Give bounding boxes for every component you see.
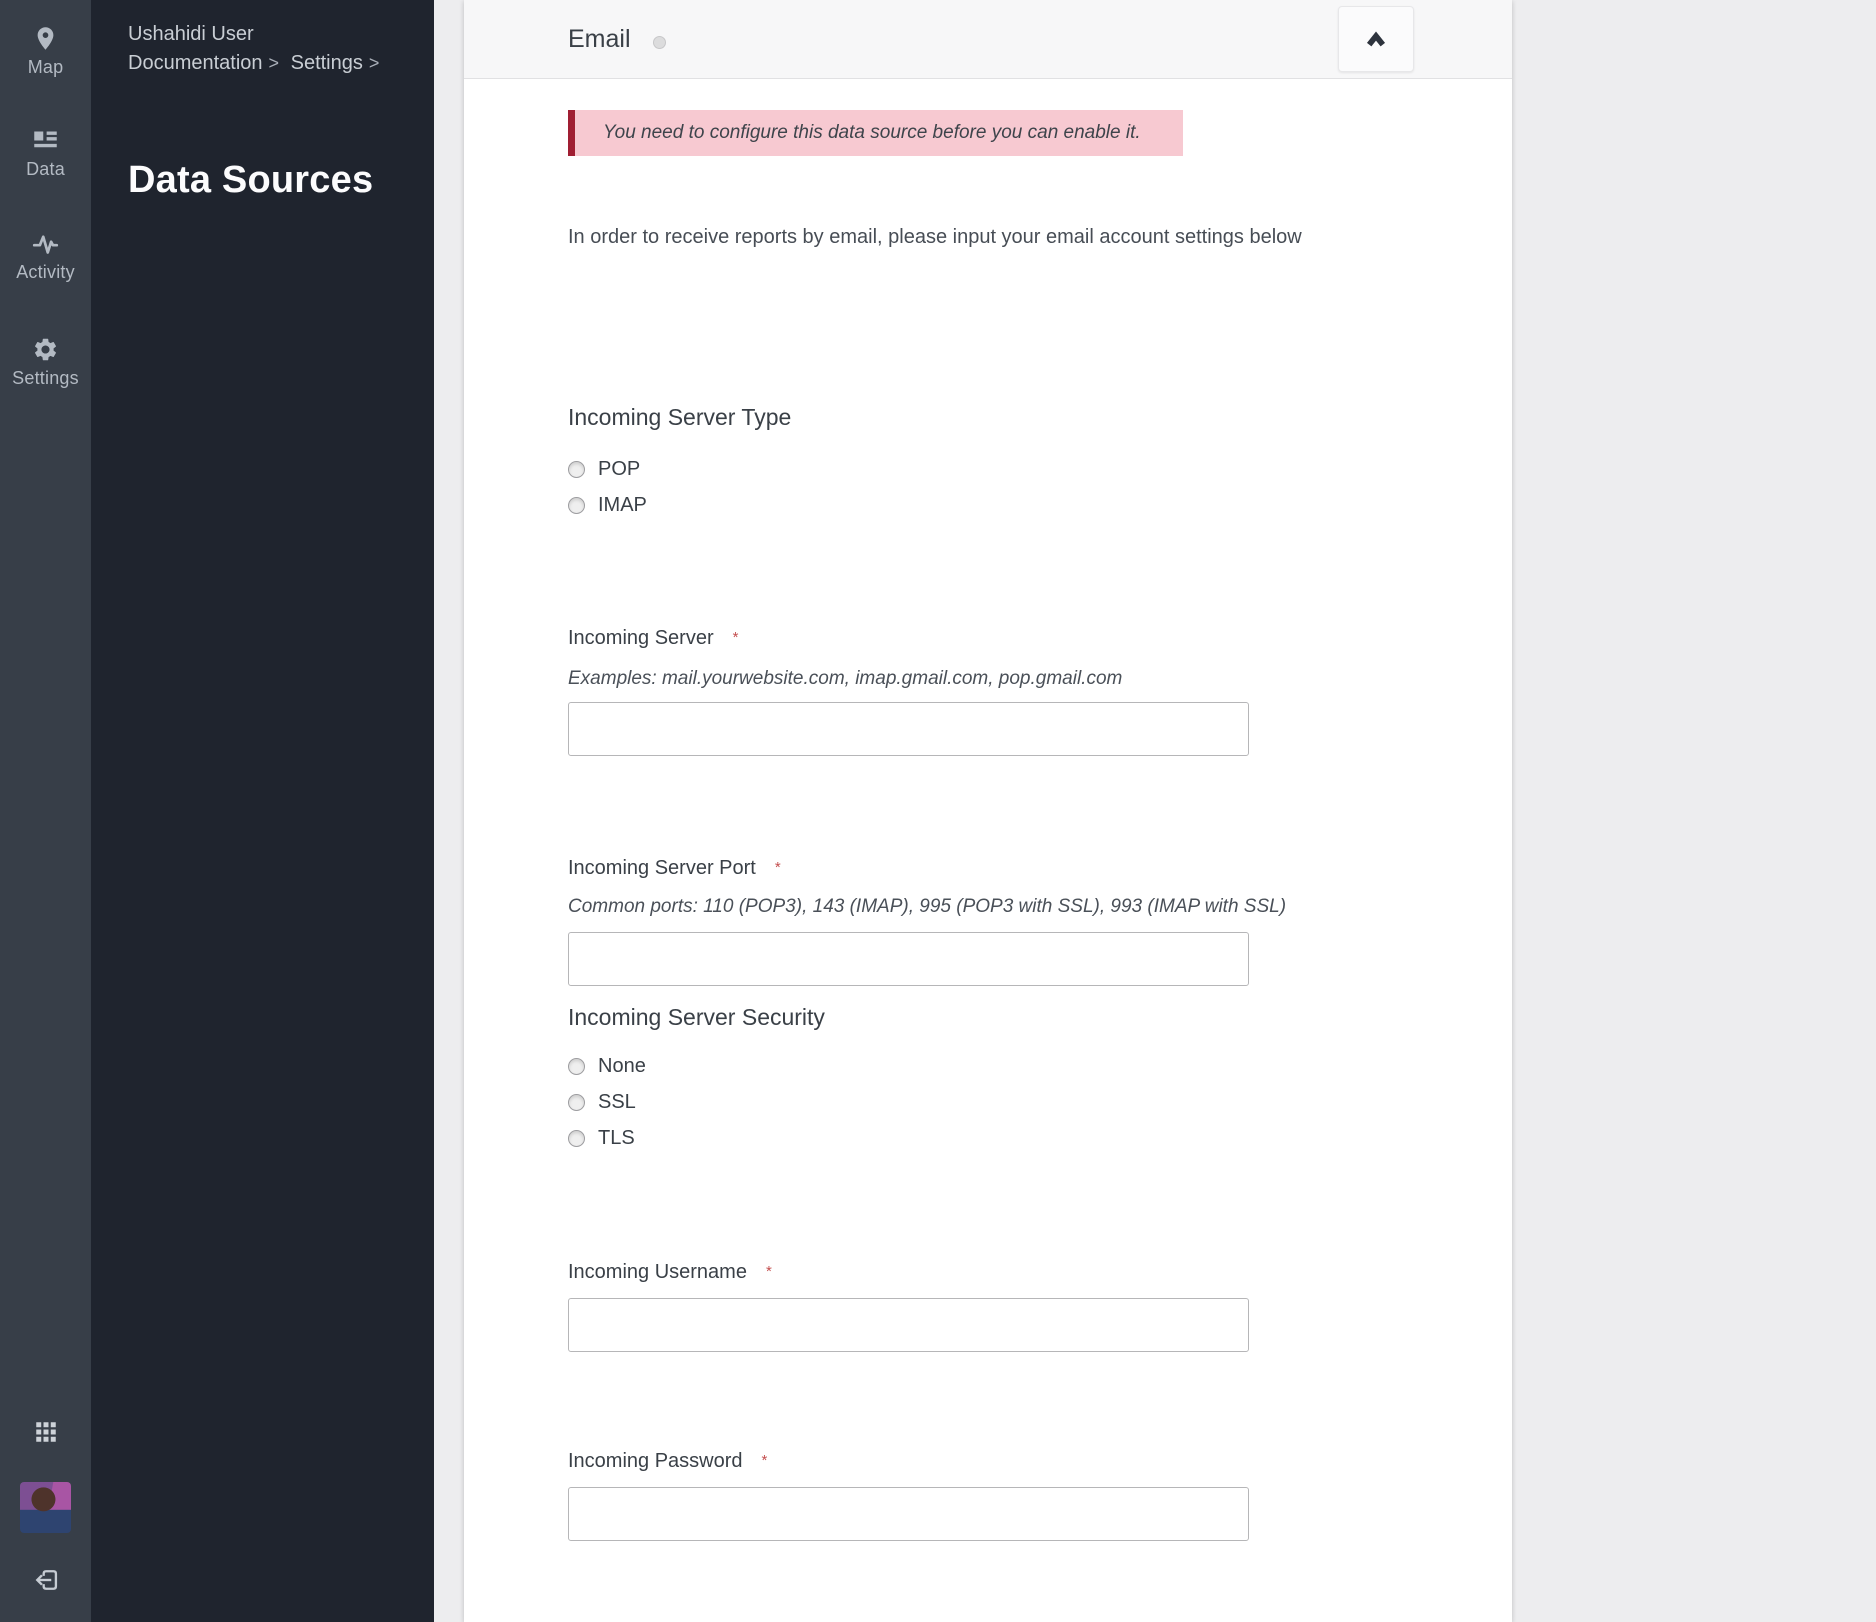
- map-pin-icon: [32, 25, 59, 52]
- nav-item-settings[interactable]: Settings: [0, 336, 91, 389]
- required-asterisk: *: [733, 629, 739, 646]
- nav-item-settings-label: Settings: [12, 368, 79, 389]
- incoming-server-port-input[interactable]: [568, 932, 1249, 986]
- radio-ssl-label: SSL: [598, 1091, 636, 1114]
- page: { "rail": { "items": [ {"label": "Map"},…: [0, 0, 1876, 1622]
- breadcrumb: Ushahidi User Documentation > Settings >: [128, 20, 390, 78]
- radio-option-ssl[interactable]: SSL: [568, 1090, 636, 1114]
- logout-button[interactable]: [0, 1566, 91, 1594]
- incoming-username-input[interactable]: [568, 1298, 1249, 1352]
- panel-header: Email: [464, 0, 1512, 79]
- radio-option-pop[interactable]: POP: [568, 457, 640, 481]
- radio-imap[interactable]: [568, 497, 585, 514]
- radio-option-none[interactable]: None: [568, 1054, 646, 1078]
- settings-sidebar: Ushahidi User Documentation > Settings > D…: [91, 0, 434, 1622]
- radio-tls[interactable]: [568, 1130, 585, 1147]
- activity-pulse-icon: [32, 230, 59, 257]
- breadcrumb-separator: >: [269, 53, 280, 73]
- incoming-username-label: Incoming Username: [568, 1261, 747, 1284]
- radio-imap-label: IMAP: [598, 494, 647, 517]
- radio-option-imap[interactable]: IMAP: [568, 493, 647, 517]
- data-list-icon: [32, 127, 59, 154]
- incoming-username-label-row: Incoming Username *: [568, 1261, 772, 1285]
- breadcrumb-link-documentation[interactable]: Ushahidi User Documentation: [128, 23, 263, 74]
- incoming-server-input[interactable]: [568, 702, 1249, 756]
- config-warning-message: You need to configure this data source b…: [568, 110, 1183, 156]
- radio-ssl[interactable]: [568, 1094, 585, 1111]
- email-enable-toggle[interactable]: [653, 36, 666, 49]
- radio-pop-label: POP: [598, 458, 640, 481]
- nav-item-map-label: Map: [28, 57, 64, 78]
- breadcrumb-separator: >: [369, 53, 380, 73]
- incoming-server-security-heading: Incoming Server Security: [568, 1003, 825, 1031]
- incoming-server-label: Incoming Server: [568, 627, 714, 650]
- required-asterisk: *: [762, 1452, 768, 1469]
- nav-item-activity[interactable]: Activity: [0, 230, 91, 283]
- incoming-server-port-label: Incoming Server Port: [568, 857, 756, 880]
- radio-tls-label: TLS: [598, 1127, 635, 1150]
- incoming-server-hint: Examples: mail.yourwebsite.com, imap.gma…: [568, 667, 1122, 691]
- page-title: Data Sources: [128, 159, 418, 202]
- incoming-server-port-hint: Common ports: 110 (POP3), 143 (IMAP), 99…: [568, 895, 1286, 919]
- incoming-password-label-row: Incoming Password *: [568, 1450, 767, 1474]
- apps-grid-icon: [33, 1419, 59, 1445]
- panel-body: You need to configure this data source b…: [464, 79, 1512, 1622]
- collapse-panel-button[interactable]: [1338, 6, 1414, 72]
- incoming-password-label: Incoming Password: [568, 1450, 743, 1473]
- required-asterisk: *: [766, 1263, 772, 1280]
- chevron-up-icon: [1361, 27, 1391, 52]
- apps-grid-button[interactable]: [0, 1419, 91, 1445]
- nav-item-data[interactable]: Data: [0, 127, 91, 180]
- email-datasource-panel: Email You need to configure this data so…: [464, 0, 1512, 1622]
- incoming-server-type-heading: Incoming Server Type: [568, 403, 791, 431]
- radio-pop[interactable]: [568, 461, 585, 478]
- intro-text: In order to receive reports by email, pl…: [568, 224, 1428, 250]
- required-asterisk: *: [775, 859, 781, 876]
- logout-icon: [32, 1566, 60, 1594]
- nav-item-activity-label: Activity: [16, 262, 75, 283]
- nav-item-data-label: Data: [26, 159, 65, 180]
- nav-item-map[interactable]: Map: [0, 25, 91, 78]
- incoming-server-label-row: Incoming Server *: [568, 627, 738, 651]
- incoming-server-port-label-row: Incoming Server Port *: [568, 857, 781, 881]
- user-avatar[interactable]: [20, 1482, 71, 1533]
- breadcrumb-link-settings[interactable]: Settings: [291, 52, 363, 74]
- radio-option-tls[interactable]: TLS: [568, 1126, 635, 1150]
- nav-rail: Map Data Activity Settings: [0, 0, 91, 1622]
- radio-none[interactable]: [568, 1058, 585, 1075]
- radio-none-label: None: [598, 1055, 646, 1078]
- incoming-password-input[interactable]: [568, 1487, 1249, 1541]
- gear-icon: [32, 336, 59, 363]
- datasource-title: Email: [568, 25, 631, 54]
